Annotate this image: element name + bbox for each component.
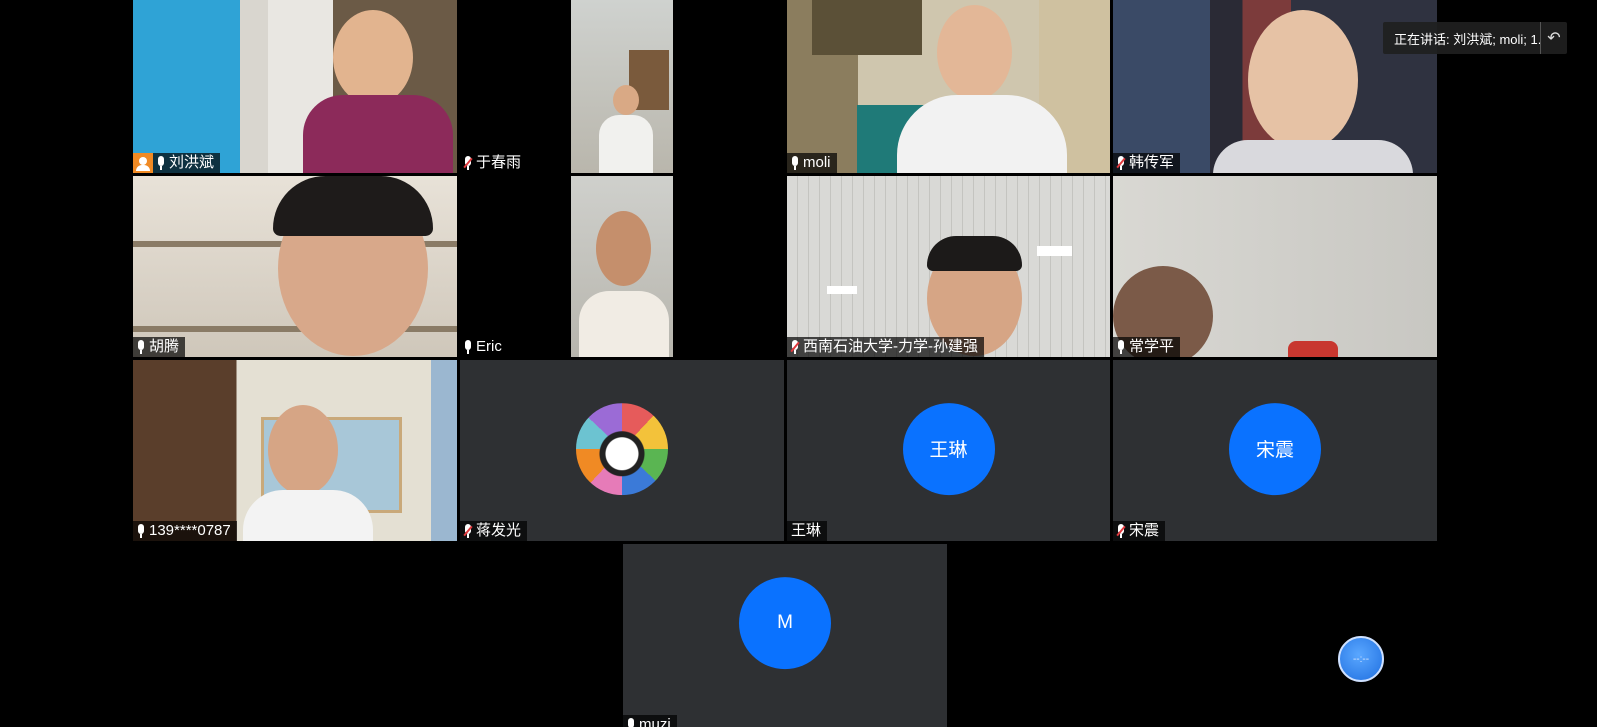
participant-name-tag: 刘洪斌 <box>133 153 221 173</box>
participant-name-tag: 139****0787 <box>133 521 237 541</box>
tile-jiangfaguang[interactable]: 蒋发光 <box>460 360 784 541</box>
video-tile-changxueping[interactable]: 常学平 <box>1113 176 1437 357</box>
participant-name-tag: 蒋发光 <box>460 521 528 541</box>
video-feed <box>787 0 1110 173</box>
participant-avatar: 王琳 <box>902 402 995 495</box>
video-tile-huteng[interactable]: 胡腾 <box>133 176 457 357</box>
timer-label: --:-- <box>1352 653 1370 665</box>
participant-name-tag: 于春雨 <box>460 153 528 173</box>
tile-songzhen[interactable]: 宋震 宋震 <box>1113 360 1437 541</box>
microphone-icon <box>626 717 636 727</box>
video-feed <box>571 0 673 173</box>
video-tile-eric[interactable]: Eric <box>460 176 784 357</box>
participant-avatar: 宋震 <box>1229 402 1321 495</box>
participant-name-tag: 宋震 <box>1113 521 1166 541</box>
participant-name: 王琳 <box>791 522 822 539</box>
participant-name-tag: Eric <box>460 337 508 357</box>
participant-name-tag: 西南石油大学-力学-孙建强 <box>787 337 984 357</box>
participant-name-tag: 胡腾 <box>133 337 186 357</box>
microphone-muted-icon <box>463 523 473 539</box>
participant-name-tag: 韩传军 <box>1113 153 1181 173</box>
participant-name: 韩传军 <box>1129 154 1175 171</box>
video-feed <box>571 176 673 357</box>
video-feed <box>133 360 457 541</box>
microphone-icon <box>156 155 166 171</box>
host-icon <box>133 153 153 173</box>
microphone-muted-icon <box>1116 523 1126 539</box>
participant-name: 139****0787 <box>149 522 231 539</box>
microphone-muted-icon <box>790 339 800 355</box>
microphone-icon <box>136 339 146 355</box>
return-arrow-icon[interactable]: ↶ <box>1540 22 1567 54</box>
participant-name-tag: muzi <box>623 715 677 727</box>
participant-name-tag: moli <box>787 153 837 173</box>
participant-name: 蒋发光 <box>476 522 522 539</box>
participant-name: 胡腾 <box>149 338 180 355</box>
participant-name: 刘洪斌 <box>169 154 215 171</box>
active-speakers-banner[interactable]: 正在讲话: 刘洪斌; moli; 1... ↶ <box>1383 22 1567 54</box>
video-tile-moli[interactable]: moli <box>787 0 1110 173</box>
participant-name-tag: 常学平 <box>1113 337 1181 357</box>
participant-avatar-photo <box>576 402 668 495</box>
microphone-icon <box>1116 339 1126 355</box>
video-feed <box>133 0 457 173</box>
video-tile-139-0787[interactable]: 139****0787 <box>133 360 457 541</box>
participant-name: 常学平 <box>1129 338 1175 355</box>
participant-name: muzi <box>639 716 671 727</box>
video-tile-yuchunyu[interactable]: 于春雨 <box>460 0 784 173</box>
microphone-icon <box>790 155 800 171</box>
floating-timer-button[interactable]: --:-- <box>1338 636 1384 682</box>
video-feed <box>1113 176 1437 357</box>
participant-name: 西南石油大学-力学-孙建强 <box>803 338 978 355</box>
video-tile-liuhongbin[interactable]: 刘洪斌 <box>133 0 457 173</box>
video-feed <box>133 176 457 357</box>
tile-wanglin[interactable]: 王琳 王琳 <box>787 360 1110 541</box>
microphone-muted-icon <box>463 155 473 171</box>
participant-name: moli <box>803 154 831 171</box>
participant-name: Eric <box>476 338 502 355</box>
active-speakers-text: 正在讲话: 刘洪斌; moli; 1... <box>1394 31 1540 47</box>
tile-muzi[interactable]: M muzi <box>623 544 947 727</box>
microphone-muted-icon <box>1116 155 1126 171</box>
microphone-icon <box>463 339 473 355</box>
participant-name-tag: 王琳 <box>787 521 828 541</box>
video-tile-sunjianqiang[interactable]: 西南石油大学-力学-孙建强 <box>787 176 1110 357</box>
video-feed <box>787 176 1110 357</box>
participant-name: 于春雨 <box>476 154 522 171</box>
participant-avatar: M <box>739 576 831 669</box>
participant-name: 宋震 <box>1129 522 1160 539</box>
microphone-icon <box>136 523 146 539</box>
